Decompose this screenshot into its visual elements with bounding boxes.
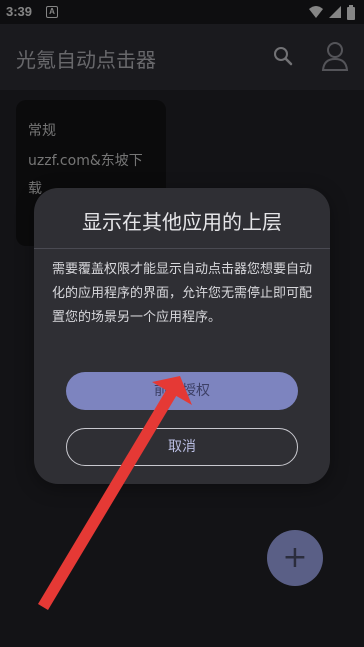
dialog-title: 显示在其他应用的上层 — [82, 210, 282, 234]
permission-dialog: 显示在其他应用的上层 需要覆盖权限才能显示自动点击器您想要自动化的应用程序的界面… — [34, 188, 330, 484]
plus-icon: + — [282, 540, 308, 575]
add-button[interactable]: + — [267, 530, 323, 586]
dialog-divider — [34, 248, 330, 249]
cancel-button[interactable]: 取消 — [66, 428, 298, 466]
dialog-message: 需要覆盖权限才能显示自动点击器您想要自动化的应用程序的界面，允许您无需停止即可配… — [52, 262, 313, 325]
authorize-button[interactable]: 前往授权 — [66, 372, 298, 410]
